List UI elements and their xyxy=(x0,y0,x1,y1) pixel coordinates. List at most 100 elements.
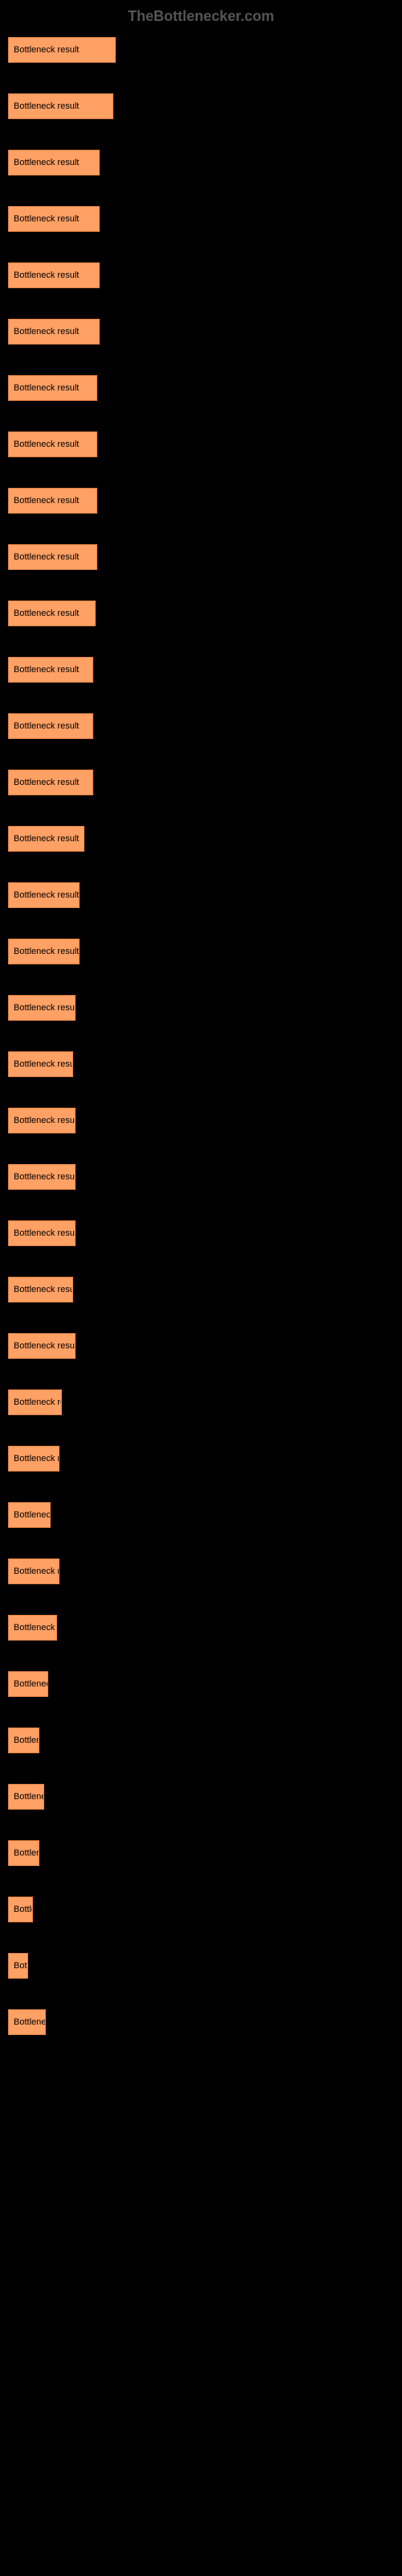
bar-row: Bottleneck result xyxy=(8,1446,394,1472)
bar-row: Bottleneck result xyxy=(8,1108,394,1133)
bar: Bottleneck result xyxy=(8,1220,76,1246)
bar-container: Bottleneck result xyxy=(8,1784,394,1810)
bar-row: Bottleneck result xyxy=(8,1220,394,1246)
bar: Bottleneck result xyxy=(8,375,97,401)
bar-row: Bottleneck result xyxy=(8,375,394,401)
bar-row: Bottleneck result xyxy=(8,319,394,345)
bar: Bottleneck result xyxy=(8,939,80,964)
bar-container: Bottleneck result xyxy=(8,1333,394,1359)
bar-container: Bottleneck result xyxy=(8,488,394,514)
bar-row: Bottleneck result xyxy=(8,1502,394,1528)
bar: Bottleneck result xyxy=(8,37,116,63)
bar: Bottleneck result xyxy=(8,1502,51,1528)
bar-chart: Bottleneck result Bottleneck result Bottle… xyxy=(0,37,402,2035)
bar-row: Bottleneck result xyxy=(8,713,394,739)
bar-row: Bottleneck result xyxy=(8,1953,394,1979)
bar-row: Bottleneck result xyxy=(8,37,394,63)
bar-container: Bottleneck result xyxy=(8,1953,394,1979)
bar: Bottleneck result xyxy=(8,601,96,626)
bar-row: Bottleneck result xyxy=(8,1840,394,1866)
bar-container: Bottleneck result xyxy=(8,375,394,401)
bar: Bottleneck result xyxy=(8,319,100,345)
bar-row: Bottleneck result xyxy=(8,93,394,119)
bar-container: Bottleneck result xyxy=(8,1558,394,1584)
bar-row: Bottleneck result xyxy=(8,1784,394,1810)
bar-row: Bottleneck result xyxy=(8,657,394,683)
bar-container: Bottleneck result xyxy=(8,319,394,345)
bar-row: Bottleneck result xyxy=(8,1051,394,1077)
bar-container: Bottleneck result xyxy=(8,544,394,570)
bar: Bottleneck result xyxy=(8,882,80,908)
bar-row: Bottleneck result xyxy=(8,150,394,175)
bar-container: Bottleneck result xyxy=(8,882,394,908)
bar-container: Bottleneck result xyxy=(8,262,394,288)
bar-container: Bottleneck result xyxy=(8,770,394,795)
bar-container: Bottleneck result xyxy=(8,1897,394,1922)
bar: Bottleneck result xyxy=(8,713,93,739)
bar-row: Bottleneck result xyxy=(8,1277,394,1302)
bar: Bottleneck result xyxy=(8,93,113,119)
bar: Bottleneck result xyxy=(8,1615,57,1641)
bar-row: Bottleneck result xyxy=(8,1615,394,1641)
bar: Bottleneck result xyxy=(8,206,100,232)
watermark-text: TheBottlenecker.com xyxy=(0,8,402,25)
bar-container: Bottleneck result xyxy=(8,1108,394,1133)
bar-row: Bottleneck result xyxy=(8,1389,394,1415)
bar-row: Bottleneck result xyxy=(8,995,394,1021)
bar: Bottleneck result xyxy=(8,431,97,457)
bar-container: Bottleneck result xyxy=(8,1164,394,1190)
bar-row: Bottleneck result xyxy=(8,1164,394,1190)
bar: Bottleneck result xyxy=(8,1784,44,1810)
bar: Bottleneck result xyxy=(8,1108,76,1133)
bar-row: Bottleneck result xyxy=(8,1897,394,1922)
bar-container: Bottleneck result xyxy=(8,150,394,175)
bar: Bottleneck result xyxy=(8,1389,62,1415)
bar: Bottleneck result xyxy=(8,826,84,852)
bar: Bottleneck result xyxy=(8,150,100,175)
bar-row: Bottleneck result xyxy=(8,488,394,514)
bar: Bottleneck result xyxy=(8,1333,76,1359)
bar: Bottleneck result xyxy=(8,1671,48,1697)
bar-container: Bottleneck result xyxy=(8,1051,394,1077)
bar-container: Bottleneck result xyxy=(8,206,394,232)
bar: Bottleneck result xyxy=(8,544,97,570)
bar-container: Bottleneck result xyxy=(8,2009,394,2035)
bar-container: Bottleneck result xyxy=(8,431,394,457)
bar: Bottleneck result xyxy=(8,262,100,288)
bar-container: Bottleneck result xyxy=(8,601,394,626)
bar-row: Bottleneck result xyxy=(8,1558,394,1584)
bar: Bottleneck result xyxy=(8,1277,73,1302)
bar-container: Bottleneck result xyxy=(8,939,394,964)
bar-container: Bottleneck result xyxy=(8,93,394,119)
bar: Bottleneck result xyxy=(8,488,97,514)
bar: Bottleneck result xyxy=(8,1446,59,1472)
bar-row: Bottleneck result xyxy=(8,1728,394,1753)
bar-container: Bottleneck result xyxy=(8,1446,394,1472)
bar-container: Bottleneck result xyxy=(8,826,394,852)
bar-row: Bottleneck result xyxy=(8,1671,394,1697)
bar-row: Bottleneck result xyxy=(8,2009,394,2035)
bar-container: Bottleneck result xyxy=(8,1615,394,1641)
bar-container: Bottleneck result xyxy=(8,1671,394,1697)
bar: Bottleneck result xyxy=(8,2009,46,2035)
bar-row: Bottleneck result xyxy=(8,544,394,570)
bar-row: Bottleneck result xyxy=(8,939,394,964)
bar: Bottleneck result xyxy=(8,1953,28,1979)
bar-container: Bottleneck result xyxy=(8,657,394,683)
bar-container: Bottleneck result xyxy=(8,1220,394,1246)
bar: Bottleneck result xyxy=(8,1558,59,1584)
bar-container: Bottleneck result xyxy=(8,1389,394,1415)
bar-row: Bottleneck result xyxy=(8,826,394,852)
bar-container: Bottleneck result xyxy=(8,1728,394,1753)
bar-container: Bottleneck result xyxy=(8,713,394,739)
bar: Bottleneck result xyxy=(8,657,93,683)
bar-row: Bottleneck result xyxy=(8,882,394,908)
bar: Bottleneck result xyxy=(8,770,93,795)
bar: Bottleneck result xyxy=(8,1840,39,1866)
bar-container: Bottleneck result xyxy=(8,995,394,1021)
bar-row: Bottleneck result xyxy=(8,431,394,457)
bar-row: Bottleneck result xyxy=(8,770,394,795)
bar: Bottleneck result xyxy=(8,995,76,1021)
bar: Bottleneck result xyxy=(8,1897,33,1922)
bar-container: Bottleneck result xyxy=(8,1840,394,1866)
